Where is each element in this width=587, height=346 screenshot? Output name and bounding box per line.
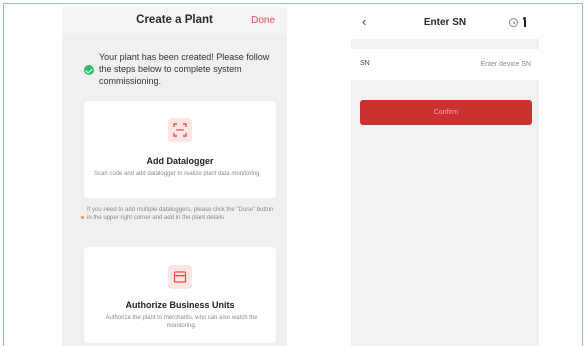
create-plant-header: Create a Plant Done [62,7,287,35]
target-icon[interactable] [509,18,518,27]
sn-input[interactable] [421,58,531,70]
store-icon [168,265,192,289]
sn-label: SN [360,60,370,67]
create-plant-screen: Create a Plant Done Your plant has been … [62,7,287,346]
plant-created-text: Your plant has been created! Please foll… [99,52,270,86]
hint-text: If you need to add multiple dataloggers,… [87,207,274,221]
scan-icon [168,118,192,142]
enter-sn-header: ‹ Enter SN [351,7,539,39]
add-datalogger-description: Scan code and add datalogger to realize … [94,171,260,177]
authorize-business-description: Authorize the plant to merchants, who ca… [105,315,258,329]
sn-field-row: SN [351,49,539,80]
add-datalogger-title: Add Datalogger [146,156,214,166]
hint-dot-icon [81,216,84,219]
done-button[interactable]: Done [251,15,275,26]
check-circle-icon [84,65,94,75]
confirm-button[interactable]: Confirm [360,100,532,125]
multiple-datalogger-hint: If you need to add multiple dataloggers,… [81,206,277,222]
more-icon[interactable] [523,17,526,27]
plant-created-message: Your plant has been created! Please foll… [84,51,274,87]
add-datalogger-card[interactable]: Add Datalogger Scan code and add datalog… [84,101,276,198]
authorize-business-title: Authorize Business Units [125,300,235,310]
enter-sn-screen: ‹ Enter SN SN Confirm [351,7,539,346]
authorize-business-card[interactable]: Authorize Business Units Authorize the p… [84,247,276,343]
